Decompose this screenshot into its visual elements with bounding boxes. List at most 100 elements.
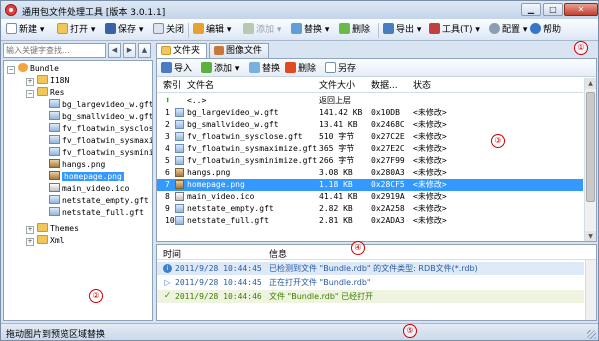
- delete-button[interactable]: 删除: [339, 23, 370, 38]
- tree-item-file[interactable]: fv_floatwin_sysclose.gft: [49, 123, 152, 135]
- config-dropdown-arrow[interactable]: ▾: [523, 25, 528, 35]
- up-button[interactable]: ▲: [138, 43, 151, 58]
- tree-item-file[interactable]: bg_largevideo_w.gft: [49, 99, 152, 111]
- expand-icon[interactable]: +: [26, 78, 34, 86]
- file-table-header: 索引 文件名 文件大小 数据... 状态: [157, 79, 583, 93]
- new-dropdown-arrow[interactable]: ▾: [40, 25, 45, 35]
- config-button[interactable]: 配置 ▾: [489, 23, 527, 38]
- tree-item-file[interactable]: main_video.ico: [49, 183, 129, 195]
- tools-button[interactable]: 工具(T) ▾: [429, 23, 480, 38]
- table-row[interactable]: 3 fv_floatwin_sysclose.gft 510 字节 0x27C2E <未…: [157, 131, 583, 143]
- tree-item-label: Bundle: [30, 64, 59, 73]
- open-button[interactable]: 打开 ▾: [57, 23, 95, 38]
- save-label: 保存: [118, 25, 137, 35]
- import-button[interactable]: 导入: [161, 62, 192, 75]
- help-button[interactable]: 帮助: [530, 23, 561, 38]
- back-button[interactable]: ◀: [108, 43, 121, 58]
- new-file-icon: [6, 23, 17, 34]
- cell-index: 9: [165, 204, 170, 213]
- up-arrow-icon: ⬆: [165, 96, 171, 106]
- save-dropdown-arrow[interactable]: ▾: [139, 25, 144, 35]
- close-window-button[interactable]: ✕: [564, 3, 598, 16]
- table-row[interactable]: 10 netstate_full.gft 2.81 KB 0x2ADA3 <未修改>: [157, 215, 583, 227]
- tab-image-files[interactable]: 图像文件: [209, 43, 270, 58]
- tree-item-label: netstate_empty.gft: [62, 196, 149, 205]
- table-row-selected[interactable]: 7 homepage.png 1.18 KB 0x28CF5 <未修改>: [157, 179, 583, 191]
- search-input[interactable]: [3, 43, 106, 58]
- tree-item-themes[interactable]: + Themes: [26, 223, 79, 235]
- scroll-up-arrow-icon[interactable]: ▲: [585, 78, 596, 89]
- config-label: 配置: [502, 25, 521, 35]
- col-index-header[interactable]: 索引: [163, 80, 181, 92]
- tools-dropdown-arrow[interactable]: ▾: [475, 25, 480, 35]
- tree-item-res[interactable]: − Res: [26, 87, 64, 99]
- tree-item-file[interactable]: fv_floatwin_sysminimize.gft: [49, 147, 152, 159]
- table-row[interactable]: 1 bg_largevideo_w.gft 141.42 KB 0x10DB <未修改>: [157, 107, 583, 119]
- table-row[interactable]: 2 bg_smallvideo_w.gft 13.41 KB 0x2468C <未修改>: [157, 119, 583, 131]
- tree-item-xml[interactable]: + Xml: [26, 235, 64, 247]
- forward-button[interactable]: ▶: [123, 43, 136, 58]
- table-row[interactable]: 6 hangs.png 3.08 KB 0x280A3 <未修改>: [157, 167, 583, 179]
- export-button[interactable]: 导出 ▾: [383, 23, 421, 38]
- tree-item-file-selected[interactable]: homepage.png: [49, 171, 124, 183]
- log-scrollbar[interactable]: [585, 260, 596, 320]
- export-icon: [383, 23, 394, 34]
- add-button[interactable]: 添加 ▾: [243, 23, 281, 38]
- edit-button[interactable]: 编辑 ▾: [193, 23, 231, 38]
- replace-button[interactable]: 替换 ▾: [291, 23, 329, 38]
- file-replace-button[interactable]: 替换: [249, 62, 280, 75]
- tree-item-file[interactable]: hangs.png: [49, 159, 105, 171]
- minimize-button[interactable]: ▁: [521, 3, 541, 16]
- log-time-header[interactable]: 时间: [163, 247, 181, 260]
- file-add-button[interactable]: 添加 ▾: [201, 62, 239, 75]
- tree-item-file[interactable]: netstate_empty.gft: [49, 195, 149, 207]
- table-row[interactable]: 4 fv_floatwin_sysmaximize.gft 365 字节 0x27E2…: [157, 143, 583, 155]
- log-info-header[interactable]: 信息: [269, 247, 287, 260]
- collapse-icon[interactable]: −: [26, 90, 34, 98]
- info-icon: i: [163, 264, 172, 273]
- file-list-scrollbar[interactable]: ▲ ▼: [584, 78, 596, 241]
- expand-icon[interactable]: +: [26, 226, 34, 234]
- table-row[interactable]: 5 fv_floatwin_sysminimize.gft 266 字节 0x27F9…: [157, 155, 583, 167]
- replace-dropdown-arrow[interactable]: ▾: [325, 25, 330, 35]
- tree-item-file[interactable]: bg_smallvideo_w.gft: [49, 111, 152, 123]
- table-row[interactable]: 9 netstate_empty.gft 2.82 KB 0x2A258 <未修改>: [157, 203, 583, 215]
- scrollbar-thumb[interactable]: [586, 92, 595, 202]
- tree-item-file[interactable]: fv_floatwin_sysmaximize.gft: [49, 135, 152, 147]
- save-as-button[interactable]: 另存: [325, 62, 356, 75]
- title-bar[interactable]: 通用包文件处理工具 [版本 3.0.1.1] ▁ □ ✕: [1, 1, 598, 19]
- cell-size: 41.41 KB: [319, 192, 358, 201]
- tree-item-label: homepage.png: [62, 172, 124, 181]
- add-dropdown-arrow[interactable]: ▾: [235, 64, 240, 74]
- close-file-button[interactable]: 关闭: [153, 23, 184, 38]
- delete-icon: [339, 23, 350, 34]
- col-name-header[interactable]: 文件名: [187, 80, 214, 92]
- log-row[interactable]: ✓ 2011/9/28 10:44:46 文件 "Bundle.rdb" 已经打…: [157, 290, 584, 303]
- col-status-header[interactable]: 状态: [413, 80, 431, 92]
- tree-item-i18n[interactable]: + I18N: [26, 75, 69, 87]
- file-delete-button[interactable]: 删除: [285, 62, 316, 75]
- export-dropdown-arrow[interactable]: ▾: [417, 25, 422, 35]
- table-row[interactable]: 8 main_video.ico 41.41 KB 0x2919A <未修改>: [157, 191, 583, 203]
- resize-grip-icon[interactable]: [587, 330, 596, 339]
- cell-name: fv_floatwin_sysclose.gft: [187, 132, 303, 141]
- save-button[interactable]: 保存 ▾: [105, 23, 143, 38]
- edit-dropdown-arrow[interactable]: ▾: [227, 25, 232, 35]
- collapse-icon[interactable]: −: [7, 66, 15, 74]
- open-dropdown-arrow[interactable]: ▾: [91, 25, 96, 35]
- tree-item-file[interactable]: netstate_full.gft: [49, 207, 144, 219]
- tab-folder[interactable]: 文件夹: [156, 43, 208, 59]
- log-row[interactable]: ▷ 2011/9/28 10:44:45 正在打开文件 "Bundle.rdb": [157, 276, 584, 289]
- scroll-down-arrow-icon[interactable]: ▼: [585, 231, 596, 241]
- new-button[interactable]: 新建 ▾: [6, 23, 44, 38]
- gft-file-icon: [49, 207, 60, 216]
- expand-icon[interactable]: +: [26, 238, 34, 246]
- maximize-button[interactable]: □: [543, 3, 563, 16]
- table-row-up[interactable]: ⬆ <..> 返回上层: [157, 95, 583, 107]
- log-time: 2011/9/28 10:44:45: [175, 264, 262, 273]
- add-dropdown-arrow[interactable]: ▾: [277, 25, 282, 35]
- col-size-header[interactable]: 文件大小: [319, 80, 355, 92]
- log-row[interactable]: i 2011/9/28 10:44:45 已检测到文件 "Bundle.rdb"…: [157, 262, 584, 275]
- tree-item-bundle[interactable]: − Bundle: [7, 63, 59, 75]
- col-data-header[interactable]: 数据...: [371, 80, 398, 92]
